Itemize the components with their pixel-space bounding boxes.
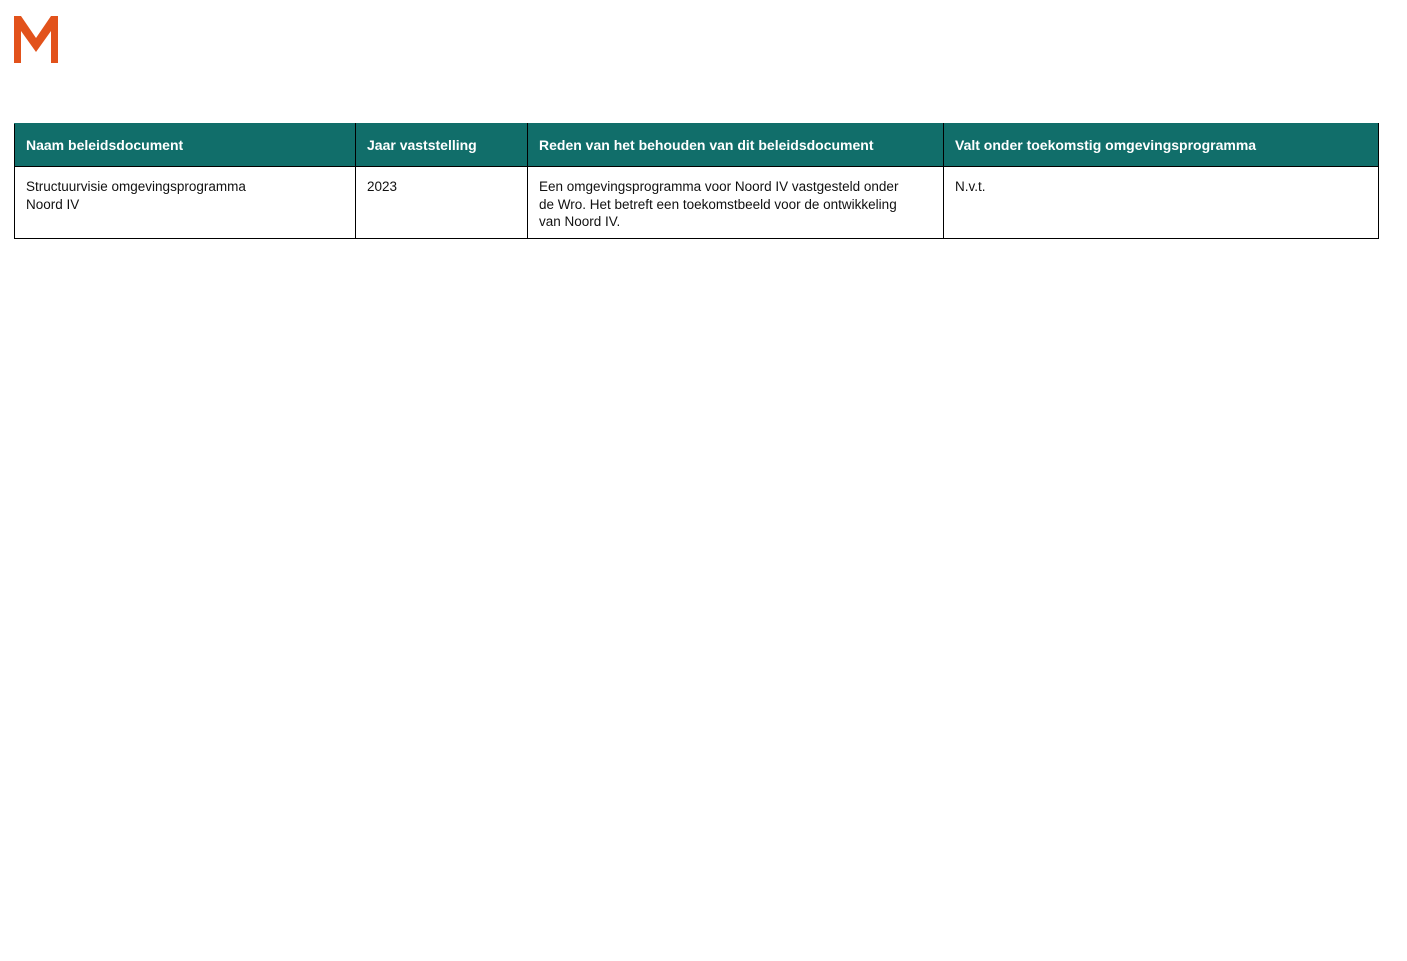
document-name-text: Structuurvisie omgevingsprogramma Noord … [26, 179, 246, 212]
cell-retention-reason: Een omgevingsprogramma voor Noord IV vas… [527, 166, 944, 239]
header-year-adopted: Jaar vaststelling [355, 123, 528, 167]
cell-document-name: Structuurvisie omgevingsprogramma Noord … [14, 166, 356, 239]
year-adopted-text: 2023 [367, 179, 398, 194]
cell-year-adopted: 2023 [355, 166, 528, 239]
table-row: Structuurvisie omgevingsprogramma Noord … [14, 166, 1379, 239]
m-logo-icon [14, 16, 58, 63]
header-retention-reason: Reden van het behouden van dit beleidsdo… [527, 123, 944, 167]
retention-reason-text: Een omgevingsprogramma voor Noord IV vas… [539, 179, 899, 229]
table-header-row: Naam beleidsdocument Jaar vaststelling R… [14, 123, 1379, 167]
cell-future-program: N.v.t. [943, 166, 1379, 239]
header-future-program: Valt onder toekomstig omgevingsprogramma [943, 123, 1379, 167]
header-document-name: Naam beleidsdocument [14, 123, 356, 167]
policy-documents-table: Naam beleidsdocument Jaar vaststelling R… [14, 123, 1379, 239]
future-program-text: N.v.t. [955, 179, 986, 194]
